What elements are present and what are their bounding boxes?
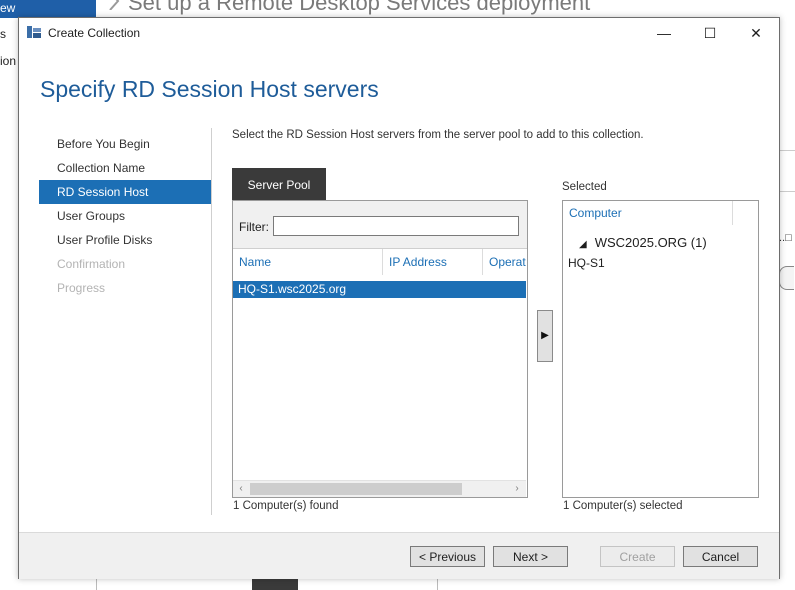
list-item[interactable]: HQ-S1 [568, 256, 605, 270]
create-button: Create [600, 546, 675, 567]
domain-group[interactable]: ◢ WSC2025.ORG (1) [579, 235, 707, 250]
tab-server-pool[interactable]: Server Pool [232, 168, 326, 200]
background-nav-selected[interactable]: ew [0, 0, 96, 18]
nav-divider [211, 128, 212, 515]
nav-item-before-you-begin[interactable]: Before You Begin [39, 132, 211, 156]
window-title: Create Collection [48, 26, 141, 40]
filter-input[interactable] [273, 216, 519, 236]
cancel-button[interactable]: Cancel [683, 546, 758, 567]
column-header-name[interactable]: Name [233, 249, 383, 275]
computers-found-text: 1 Computer(s) found [233, 500, 339, 512]
scroll-right-icon[interactable]: › [510, 482, 524, 496]
horizontal-scrollbar[interactable]: ‹ › [233, 480, 526, 497]
computers-selected-text: 1 Computer(s) selected [563, 500, 683, 512]
background-save-icon [779, 266, 794, 290]
background-panel-edge [779, 150, 795, 192]
background-text-fragment: s [0, 27, 6, 41]
column-header-ip-address[interactable]: IP Address [383, 249, 483, 275]
background-text-fragment: ion [0, 54, 17, 68]
page-heading: Specify RD Session Host servers [40, 76, 379, 102]
scroll-left-icon[interactable]: ‹ [234, 482, 248, 496]
nav-item-collection-name[interactable]: Collection Name [39, 156, 211, 180]
scrollbar-thumb[interactable] [250, 483, 462, 495]
chevron-icon [109, 0, 120, 10]
create-collection-dialog: Create Collection — ☐ ✕ Specify RD Sessi… [18, 17, 780, 579]
nav-item-rd-session-host[interactable]: RD Session Host [39, 180, 211, 204]
background-nav-label: ew [0, 1, 16, 15]
nav-item-user-profile-disks[interactable]: User Profile Disks [39, 228, 211, 252]
expand-triangle-icon[interactable]: ◢ [579, 239, 587, 250]
close-button[interactable]: ✕ [733, 18, 779, 48]
background-bottom-box [252, 578, 298, 590]
selected-list: Computer ◢ WSC2025.ORG (1) HQ-S1 [562, 200, 759, 498]
next-button[interactable]: Next > [493, 546, 568, 567]
maximize-button[interactable]: ☐ [687, 18, 733, 48]
wizard-nav: Before You Begin Collection Name RD Sess… [39, 132, 211, 300]
previous-button[interactable]: < Previous [410, 546, 485, 567]
add-to-selected-button[interactable]: ▶ [537, 310, 553, 362]
dialog-footer: < Previous Next > Create Cancel [19, 532, 779, 579]
nav-item-confirmation: Confirmation [57, 257, 126, 271]
minimize-button[interactable]: — [641, 18, 687, 48]
background-title-text: Set up a Remote Desktop Services deploym… [128, 0, 591, 15]
column-header-operating-system[interactable]: Operat [483, 249, 527, 275]
instruction-text: Select the RD Session Host servers from … [232, 129, 644, 141]
domain-group-label: WSC2025.ORG (1) [594, 235, 707, 250]
selected-label: Selected [562, 181, 607, 193]
nav-item-user-groups[interactable]: User Groups [39, 204, 211, 228]
nav-item-progress: Progress [57, 281, 106, 295]
column-header-computer[interactable]: Computer [563, 201, 733, 225]
background-ellipsis: ..□ [779, 232, 792, 244]
title-bar[interactable]: Create Collection — ☐ ✕ [19, 18, 779, 48]
server-manager-icon [27, 26, 41, 38]
filter-label: Filter: [239, 220, 269, 234]
background-page-title: Set up a Remote Desktop Services deploym… [108, 0, 590, 16]
table-row[interactable]: HQ-S1.wsc2025.org [233, 281, 526, 298]
server-pool-list: Filter: Name IP Address Operat HQ-S1.wsc… [232, 200, 528, 498]
filter-row: Filter: [233, 201, 527, 249]
